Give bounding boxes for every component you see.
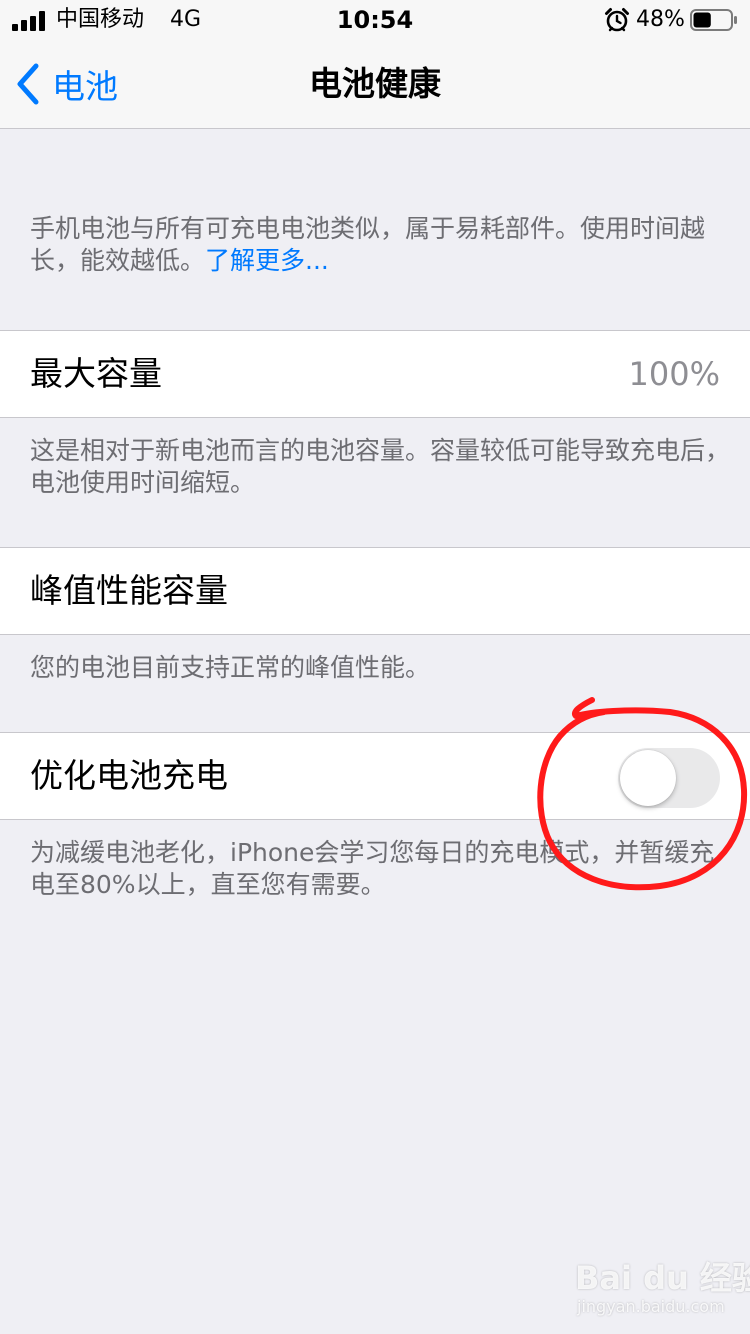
max-capacity-label: 最大容量 [30,354,162,393]
intro-text: 手机电池与所有可充电电池类似，属于易耗部件。使用时间越长，能效越低。 [30,214,706,275]
alarm-icon [605,8,629,32]
peak-performance-cell: 峰值性能容量 [0,547,750,635]
page-title: 电池健康 [309,64,441,103]
optimized-charging-footnote: 为减缓电池老化，iPhone会学习您每日的充电模式，并暂缓充电至80%以上，直至… [30,838,715,899]
max-capacity-value: 100% [628,355,720,393]
toggle-knob[interactable] [620,750,676,806]
battery-icon [690,9,737,31]
optimized-charging-cell: 优化电池充电 [0,732,750,820]
watermark-sub: jingyan.baidu.com [577,1297,725,1316]
peak-performance-footnote: 您的电池目前支持正常的峰值性能。 [30,653,431,682]
learn-more-link[interactable]: 了解更多... [205,246,329,275]
baidu-jingyan-watermark: Bai du 经验 jingyan.baidu.com [575,1245,750,1325]
optimized-charging-toggle[interactable] [618,748,720,808]
peak-performance-label: 峰值性能容量 [30,571,228,610]
max-capacity-cell: 最大容量 100% [0,330,750,418]
optimized-charging-label: 优化电池充电 [30,756,228,795]
watermark-main: Bai du 经验 [575,1259,750,1297]
intro-footnote: 手机电池与所有可充电电池类似，属于易耗部件。使用时间越长，能效越低。了解更多..… [30,213,730,277]
battery-percent: 48% [636,7,685,32]
status-bar: 中国移动 4G 10:54 48% [0,0,750,40]
max-capacity-footnote: 这是相对于新电池而言的电池容量。容量较低可能导致充电后，电池使用时间缩短。 [30,436,731,497]
navigation-bar: 电池 电池健康 [0,40,750,129]
